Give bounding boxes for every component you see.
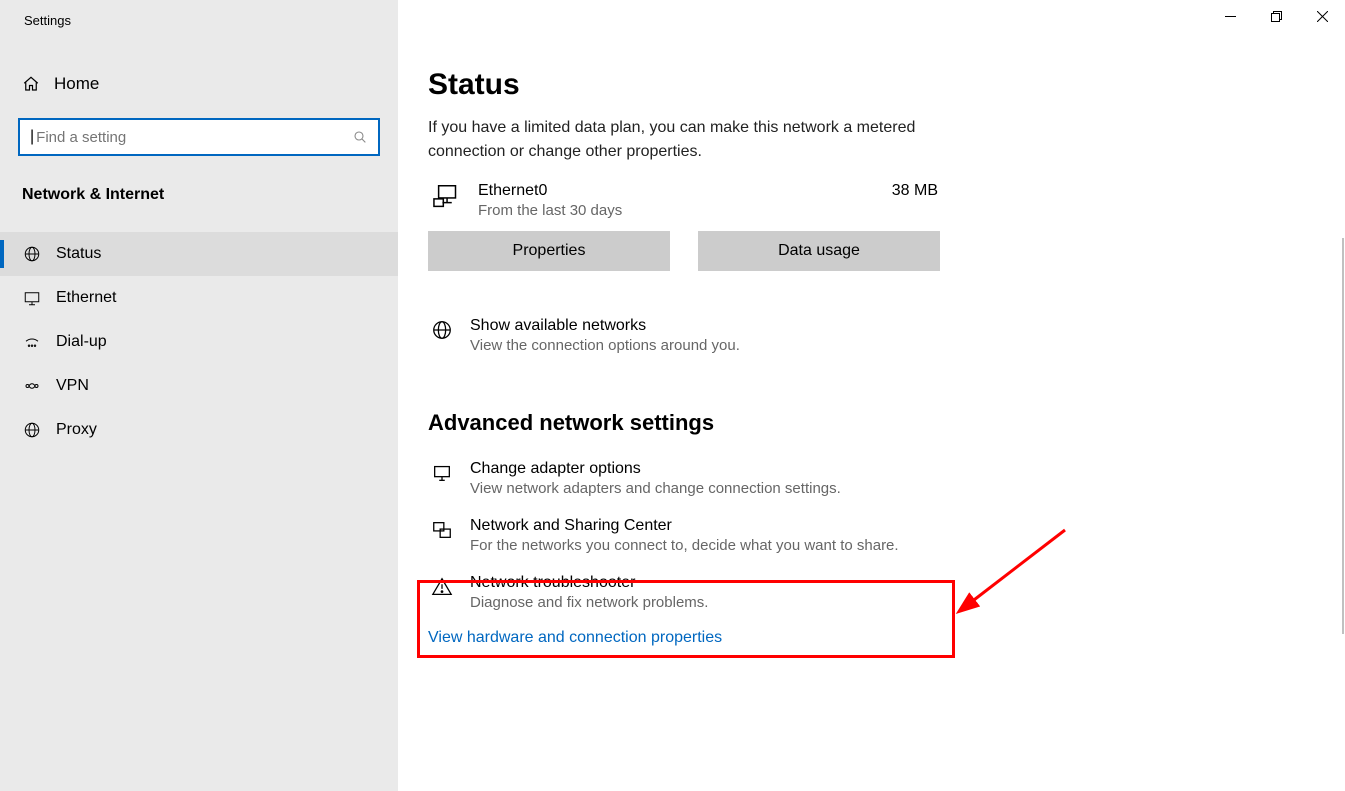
status-description: If you have a limited data plan, you can…: [428, 116, 948, 164]
titlebar: Settings: [0, 0, 398, 40]
annotation-highlight: [417, 580, 955, 658]
search-input[interactable]: |: [18, 118, 380, 156]
app-title: Settings: [0, 5, 71, 36]
advanced-heading: Advanced network settings: [428, 410, 1068, 436]
sidebar-item-label: Status: [56, 245, 101, 263]
connection-row: Ethernet0 From the last 30 days 38 MB: [428, 182, 938, 219]
ethernet-icon: [428, 182, 468, 212]
tile-title: Change adapter options: [470, 460, 958, 478]
home-icon: [22, 75, 40, 93]
sharing-icon: [428, 517, 456, 541]
tile-subtitle: View the connection options around you.: [470, 337, 958, 354]
globe-icon: [22, 244, 42, 264]
search-icon: [352, 129, 368, 145]
sidebar: Settings Home | Network & Internet Stat: [0, 0, 398, 791]
tile-subtitle: For the networks you connect to, decide …: [470, 537, 958, 554]
minimize-button[interactable]: [1207, 0, 1253, 32]
connection-name: Ethernet0: [478, 182, 892, 200]
tile-title: Network and Sharing Center: [470, 517, 958, 535]
data-usage-button[interactable]: Data usage: [698, 231, 940, 271]
page-title: Status: [428, 68, 1345, 102]
scrollbar[interactable]: [1342, 238, 1344, 634]
sidebar-item-vpn[interactable]: VPN: [0, 364, 398, 408]
adapter-icon: [428, 460, 456, 484]
close-button[interactable]: [1299, 0, 1345, 32]
proxy-icon: [22, 420, 42, 440]
properties-button[interactable]: Properties: [428, 231, 670, 271]
sidebar-item-status[interactable]: Status: [0, 232, 398, 276]
home-nav[interactable]: Home: [18, 64, 380, 104]
connection-subtitle: From the last 30 days: [478, 202, 892, 219]
search-field[interactable]: [34, 128, 352, 147]
monitor-icon: [22, 288, 42, 308]
window-controls: [1207, 0, 1345, 32]
home-label: Home: [54, 74, 99, 94]
sidebar-item-dialup[interactable]: Dial-up: [0, 320, 398, 364]
sidebar-item-ethernet[interactable]: Ethernet: [0, 276, 398, 320]
sidebar-item-proxy[interactable]: Proxy: [0, 408, 398, 452]
network-sharing-center[interactable]: Network and Sharing Center For the netwo…: [428, 507, 958, 564]
show-available-networks[interactable]: Show available networks View the connect…: [428, 307, 958, 364]
maximize-button[interactable]: [1253, 0, 1299, 32]
sidebar-item-label: Proxy: [56, 421, 97, 439]
tile-title: Show available networks: [470, 317, 958, 335]
sidebar-item-label: VPN: [56, 377, 89, 395]
globe-icon: [428, 317, 456, 341]
annotation-arrow: [955, 525, 1075, 620]
connection-usage: 38 MB: [892, 182, 938, 200]
vpn-icon: [22, 376, 42, 396]
change-adapter-options[interactable]: Change adapter options View network adap…: [428, 450, 958, 507]
sidebar-item-label: Dial-up: [56, 333, 107, 351]
main-content: Status If you have a limited data plan, …: [398, 0, 1345, 791]
sidebar-item-label: Ethernet: [56, 289, 116, 307]
sidebar-section-title: Network & Internet: [0, 176, 398, 212]
dialup-icon: [22, 332, 42, 352]
tile-subtitle: View network adapters and change connect…: [470, 480, 958, 497]
